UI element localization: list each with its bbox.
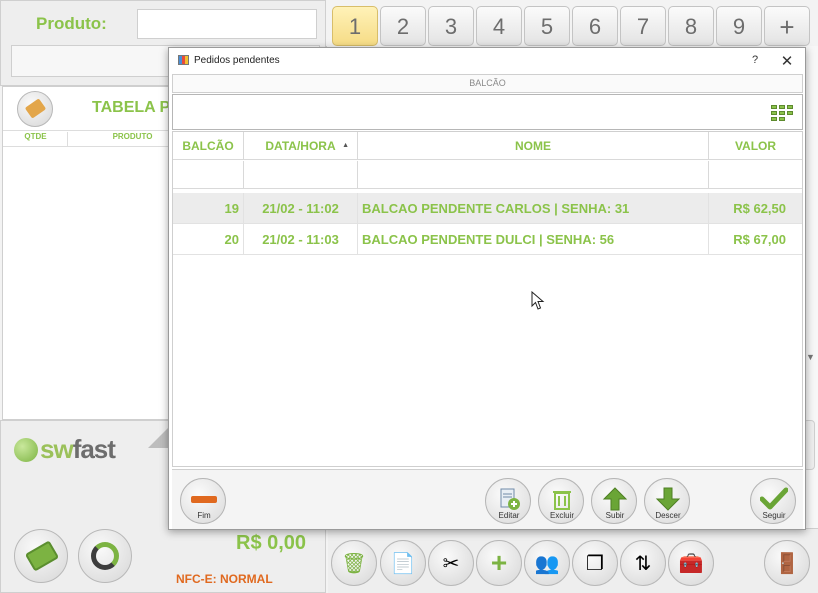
filter-balcao[interactable]	[173, 161, 244, 189]
descer-label: Descer	[655, 511, 681, 520]
editar-button[interactable]: Editar	[485, 478, 531, 524]
filter-row	[173, 161, 802, 189]
cell-balcao: 20	[173, 224, 244, 255]
seguir-button[interactable]: Seguir	[750, 478, 796, 524]
order-tabs: 1 2 3 4 5 6 7 8 9 +	[332, 6, 814, 46]
exit-door-icon: 🚪	[774, 552, 800, 575]
transfer-icon: ⇅	[634, 552, 652, 575]
money-icon	[24, 540, 60, 572]
subir-button[interactable]: Subir	[591, 478, 637, 524]
seguir-label: Seguir	[762, 511, 786, 520]
tab-9[interactable]: 9	[716, 6, 762, 46]
transfer-button[interactable]: ⇅	[620, 540, 666, 586]
tools-button[interactable]: ✂	[428, 540, 474, 586]
tab-6[interactable]: 6	[572, 6, 618, 46]
sync-button[interactable]	[78, 529, 132, 583]
tab-5[interactable]: 5	[524, 6, 570, 46]
dialog-title: Pedidos pendentes	[194, 55, 280, 66]
tag-icon	[24, 98, 47, 119]
fold-corner	[148, 426, 170, 448]
table-row[interactable]: 20 21/02 - 11:03 BALCAO PENDENTE DULCI |…	[173, 224, 802, 255]
document-icon: 📄	[390, 552, 416, 575]
toolbox-icon: 🧰	[678, 552, 704, 575]
arrow-up-icon	[592, 485, 638, 513]
sort-ascending-icon: ▲	[342, 142, 349, 149]
edit-document-icon	[486, 485, 532, 513]
excluir-button[interactable]: Excluir	[538, 478, 584, 524]
filter-nome[interactable]	[358, 161, 709, 189]
search-box	[172, 94, 803, 130]
subir-label: Subir	[605, 511, 625, 520]
product-label: Produto:	[36, 14, 107, 33]
product-input[interactable]	[137, 9, 317, 39]
search-input[interactable]	[175, 97, 765, 127]
logo-suffix: fast	[72, 434, 116, 464]
minus-icon	[181, 485, 227, 513]
logo-mark-icon	[14, 438, 38, 462]
column-qtde: QTDE	[4, 132, 68, 146]
table-row[interactable]: 19 21/02 - 11:02 BALCAO PENDENTE CARLOS …	[173, 193, 802, 224]
trash-icon	[539, 485, 585, 513]
tab-7[interactable]: 7	[620, 6, 666, 46]
cell-data-hora: 21/02 - 11:02	[244, 193, 358, 224]
header-valor[interactable]: VALOR	[709, 132, 802, 160]
order-total: R$ 0,00	[236, 532, 307, 554]
mouse-cursor-icon	[531, 291, 545, 310]
plus-icon: +	[490, 547, 508, 578]
filter-data-hora[interactable]	[244, 161, 358, 189]
scroll-down-icon[interactable]: ▼	[806, 352, 815, 362]
grid-view-icon[interactable]	[771, 105, 793, 121]
app-icon	[178, 55, 189, 65]
checkmark-icon	[751, 485, 797, 513]
tab-3[interactable]: 3	[428, 6, 474, 46]
trash-icon: 🗑	[341, 552, 367, 575]
close-button[interactable]: ✕	[779, 52, 795, 70]
add-item-button[interactable]: +	[476, 540, 522, 586]
tab-add[interactable]: +	[764, 6, 810, 46]
fim-button[interactable]: Fim	[180, 478, 226, 524]
cell-balcao: 19	[173, 193, 244, 224]
settings-button[interactable]: 🧰	[668, 540, 714, 586]
section-header: BALCÃO	[172, 74, 803, 93]
cell-nome: BALCAO PENDENTE CARLOS | SENHA: 31	[358, 193, 709, 224]
tab-8[interactable]: 8	[668, 6, 714, 46]
nfce-status: NFC-E: NORMAL	[176, 572, 273, 586]
filter-valor[interactable]	[709, 161, 802, 189]
tools-icon: ✂	[442, 552, 460, 575]
header-balcao[interactable]: BALCÃO	[173, 132, 244, 160]
editar-label: Editar	[498, 511, 520, 520]
tab-4[interactable]: 4	[476, 6, 522, 46]
cell-nome: BALCAO PENDENTE DULCI | SENHA: 56	[358, 224, 709, 255]
help-button[interactable]: ?	[748, 54, 762, 66]
trash-button[interactable]: 🗑	[331, 540, 377, 586]
customers-button[interactable]: 👥	[524, 540, 570, 586]
copy-icon: ❐	[586, 552, 604, 575]
excluir-label: Excluir	[549, 511, 574, 520]
arrow-down-icon	[645, 485, 691, 513]
header-data-hora-label: DATA/HORA	[265, 139, 336, 153]
cell-valor: R$ 67,00	[733, 232, 786, 247]
cell-valor: R$ 62,50	[733, 201, 786, 216]
cell-data-hora: 21/02 - 11:03	[244, 224, 358, 255]
copy-button[interactable]: ❐	[572, 540, 618, 586]
swfast-logo: swfast	[14, 434, 116, 465]
tab-1[interactable]: 1	[332, 6, 378, 46]
payment-button[interactable]	[14, 529, 68, 583]
document-button[interactable]: 📄	[380, 540, 426, 586]
pending-orders-table: BALCÃO DATA/HORA ▲ NOME VALOR 19 21/02 - …	[172, 131, 803, 467]
pending-orders-dialog: Pedidos pendentes ? ✕ BALCÃO BALCÃO DATA…	[168, 47, 806, 530]
tab-2[interactable]: 2	[380, 6, 426, 46]
sync-icon	[91, 542, 119, 570]
logo-prefix: sw	[40, 434, 74, 464]
exit-button[interactable]: 🚪	[764, 540, 810, 586]
header-data-hora[interactable]: DATA/HORA ▲	[244, 132, 358, 160]
price-table-button[interactable]	[17, 91, 53, 127]
fim-label: Fim	[197, 511, 211, 520]
descer-button[interactable]: Descer	[644, 478, 690, 524]
dialog-footer: Fim Editar Excluir Subir Descer Seguir	[172, 469, 803, 529]
header-nome[interactable]: NOME	[358, 132, 709, 160]
users-icon: 👥	[534, 552, 560, 575]
